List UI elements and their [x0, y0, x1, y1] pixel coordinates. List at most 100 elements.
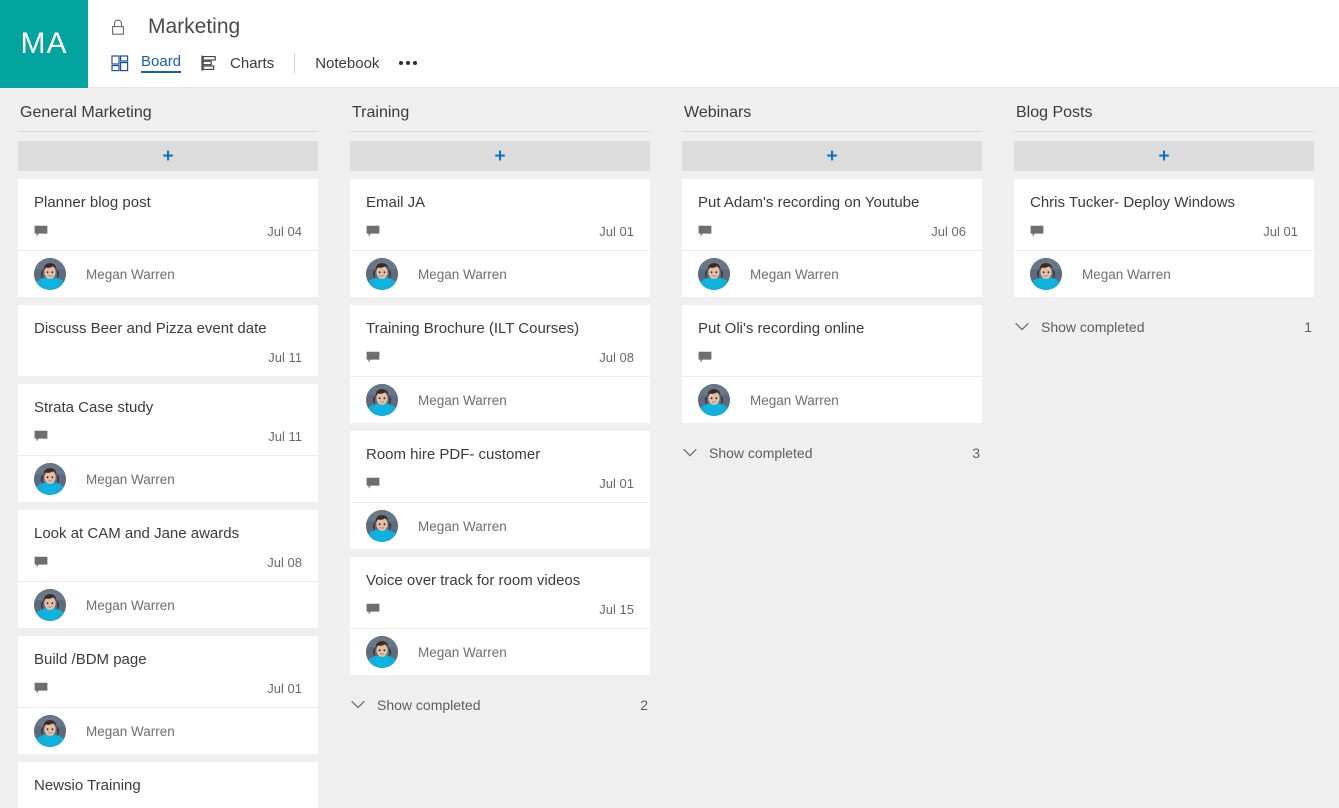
- show-completed-toggle[interactable]: Show completed 2: [350, 693, 650, 717]
- assignee-name: Megan Warren: [750, 266, 839, 282]
- avatar: [366, 510, 398, 542]
- task-card-body: Room hire PDF- customer Jul 01: [350, 431, 650, 502]
- task-card-body: Training Brochure (ILT Courses) Jul 08: [350, 305, 650, 376]
- bucket-task-list: Put Adam's recording on Youtube Jul 06 M…: [682, 171, 982, 808]
- task-assignee-row: Megan Warren: [350, 376, 650, 423]
- tab-charts[interactable]: Charts: [199, 48, 274, 78]
- bucket-task-list: Email JA Jul 01 Megan Warren Training Bro…: [350, 171, 650, 808]
- task-card[interactable]: Build /BDM page Jul 01 Megan Warren: [18, 636, 318, 754]
- assignee-name: Megan Warren: [418, 266, 507, 282]
- assignee-name: Megan Warren: [86, 471, 175, 487]
- comment-icon: [34, 430, 48, 443]
- avatar: [34, 258, 66, 290]
- tab-notebook[interactable]: Notebook: [315, 48, 379, 78]
- dot-1: [399, 61, 404, 65]
- avatar: [34, 589, 66, 621]
- task-card[interactable]: Discuss Beer and Pizza event date Jul 11: [18, 305, 318, 376]
- assignee-name: Megan Warren: [1082, 266, 1171, 282]
- task-meta-row: Jul 04: [34, 222, 302, 240]
- task-meta-row: Jul 01: [34, 679, 302, 697]
- chevron-down-icon: [682, 445, 698, 461]
- task-meta-row: Jul 06: [698, 222, 966, 240]
- task-title: Planner blog post: [34, 194, 151, 211]
- chevron-down-icon: [1014, 319, 1030, 335]
- task-card-body: Look at CAM and Jane awards Jul 08: [18, 510, 318, 581]
- nav-separator: [294, 53, 296, 73]
- tab-board[interactable]: Board: [110, 48, 182, 78]
- bucket-column: Training + Email JA Jul 01 Megan Warren Tra…: [332, 88, 664, 808]
- avatar: [366, 384, 398, 416]
- avatar: [366, 258, 398, 290]
- comment-icon: [366, 225, 380, 238]
- bucket-title[interactable]: Blog Posts: [1016, 104, 1314, 122]
- task-meta-row: Jul 15: [366, 600, 634, 618]
- task-meta-row: Jul 08: [34, 553, 302, 571]
- bucket-column: General Marketing + Planner blog post Jul …: [0, 88, 332, 808]
- comment-icon: [698, 225, 712, 238]
- task-title: Look at CAM and Jane awards: [34, 525, 240, 542]
- task-assignee-row: Megan Warren: [18, 581, 318, 628]
- task-card[interactable]: Training Brochure (ILT Courses) Jul 08 M…: [350, 305, 650, 423]
- task-meta-row: [698, 348, 966, 366]
- bucket-title[interactable]: Webinars: [684, 104, 982, 122]
- task-card[interactable]: Put Adam's recording on Youtube Jul 06 M…: [682, 179, 982, 297]
- assignee-name: Megan Warren: [86, 597, 175, 613]
- add-task-button[interactable]: +: [1014, 141, 1314, 171]
- assignee-name: Megan Warren: [418, 392, 507, 408]
- avatar: [34, 715, 66, 747]
- show-completed-label: Show completed: [1041, 319, 1145, 335]
- task-card[interactable]: Email JA Jul 01 Megan Warren: [350, 179, 650, 297]
- add-task-button[interactable]: +: [682, 141, 982, 171]
- more-options-icon[interactable]: [395, 55, 421, 71]
- tab-board-label: Board: [141, 53, 182, 73]
- avatar: [1030, 258, 1062, 290]
- comment-icon: [366, 477, 380, 490]
- bucket-title[interactable]: General Marketing: [20, 104, 318, 122]
- view-tabs: Board Charts Notebook: [110, 46, 1339, 80]
- task-card[interactable]: Chris Tucker- Deploy Windows Jul 01 Mega…: [1014, 179, 1314, 297]
- task-card[interactable]: Strata Case study Jul 11 Megan Warren: [18, 384, 318, 502]
- lock-icon: [110, 18, 126, 36]
- show-completed-toggle[interactable]: Show completed 3: [682, 441, 982, 465]
- task-assignee-row: Megan Warren: [350, 502, 650, 549]
- task-assignee-row: Megan Warren: [18, 455, 318, 502]
- task-card[interactable]: Look at CAM and Jane awards Jul 08 Megan…: [18, 510, 318, 628]
- comment-icon: [366, 351, 380, 364]
- bucket-column: Webinars + Put Adam's recording on Youtube…: [664, 88, 996, 808]
- task-card[interactable]: Newsio TrainingJul 13: [18, 762, 318, 808]
- task-card[interactable]: Room hire PDF- customer Jul 01 Megan War…: [350, 431, 650, 549]
- task-meta-row: Jul 11: [34, 427, 302, 445]
- task-meta-row: Jul 08: [366, 348, 634, 366]
- task-meta-row: Jul 11: [34, 348, 302, 366]
- add-task-button[interactable]: +: [18, 141, 318, 171]
- task-card[interactable]: Planner blog post Jul 04 Megan Warren: [18, 179, 318, 297]
- task-meta-row: Jul 01: [366, 222, 634, 240]
- task-due-date: Jul 11: [268, 428, 302, 444]
- task-card-body: Put Adam's recording on Youtube Jul 06: [682, 179, 982, 250]
- task-assignee-row: Megan Warren: [1014, 250, 1314, 297]
- task-card-body: Discuss Beer and Pizza event date Jul 11: [18, 305, 318, 376]
- task-title: Voice over track for room videos: [366, 572, 581, 589]
- bucket-header: Blog Posts: [1014, 88, 1314, 132]
- board-grid-icon: [110, 53, 132, 73]
- bucket-title[interactable]: Training: [352, 104, 650, 122]
- assignee-name: Megan Warren: [418, 518, 507, 534]
- task-card-body: Build /BDM page Jul 01: [18, 636, 318, 707]
- plan-logo-initials: MA: [20, 27, 68, 60]
- add-task-button[interactable]: +: [350, 141, 650, 171]
- task-due-date: Jul 04: [267, 223, 302, 239]
- task-title: Put Oli's recording online: [698, 320, 865, 337]
- show-completed-toggle[interactable]: Show completed 1: [1014, 315, 1314, 339]
- plus-icon: +: [1158, 145, 1170, 167]
- bucket-task-list: Planner blog post Jul 04 Megan Warren Dis…: [18, 171, 318, 808]
- bar-chart-icon: [199, 53, 221, 73]
- dot-3: [413, 61, 418, 65]
- title-row: Marketing: [110, 0, 1339, 46]
- bucket-header: Webinars: [682, 88, 982, 132]
- task-card[interactable]: Put Oli's recording online Megan Warren: [682, 305, 982, 423]
- task-title: Discuss Beer and Pizza event date: [34, 320, 267, 337]
- task-title: Newsio Training: [34, 777, 141, 794]
- task-title: Training Brochure (ILT Courses): [366, 320, 580, 337]
- task-title: Room hire PDF- customer: [366, 446, 541, 463]
- task-card[interactable]: Voice over track for room videos Jul 15 …: [350, 557, 650, 675]
